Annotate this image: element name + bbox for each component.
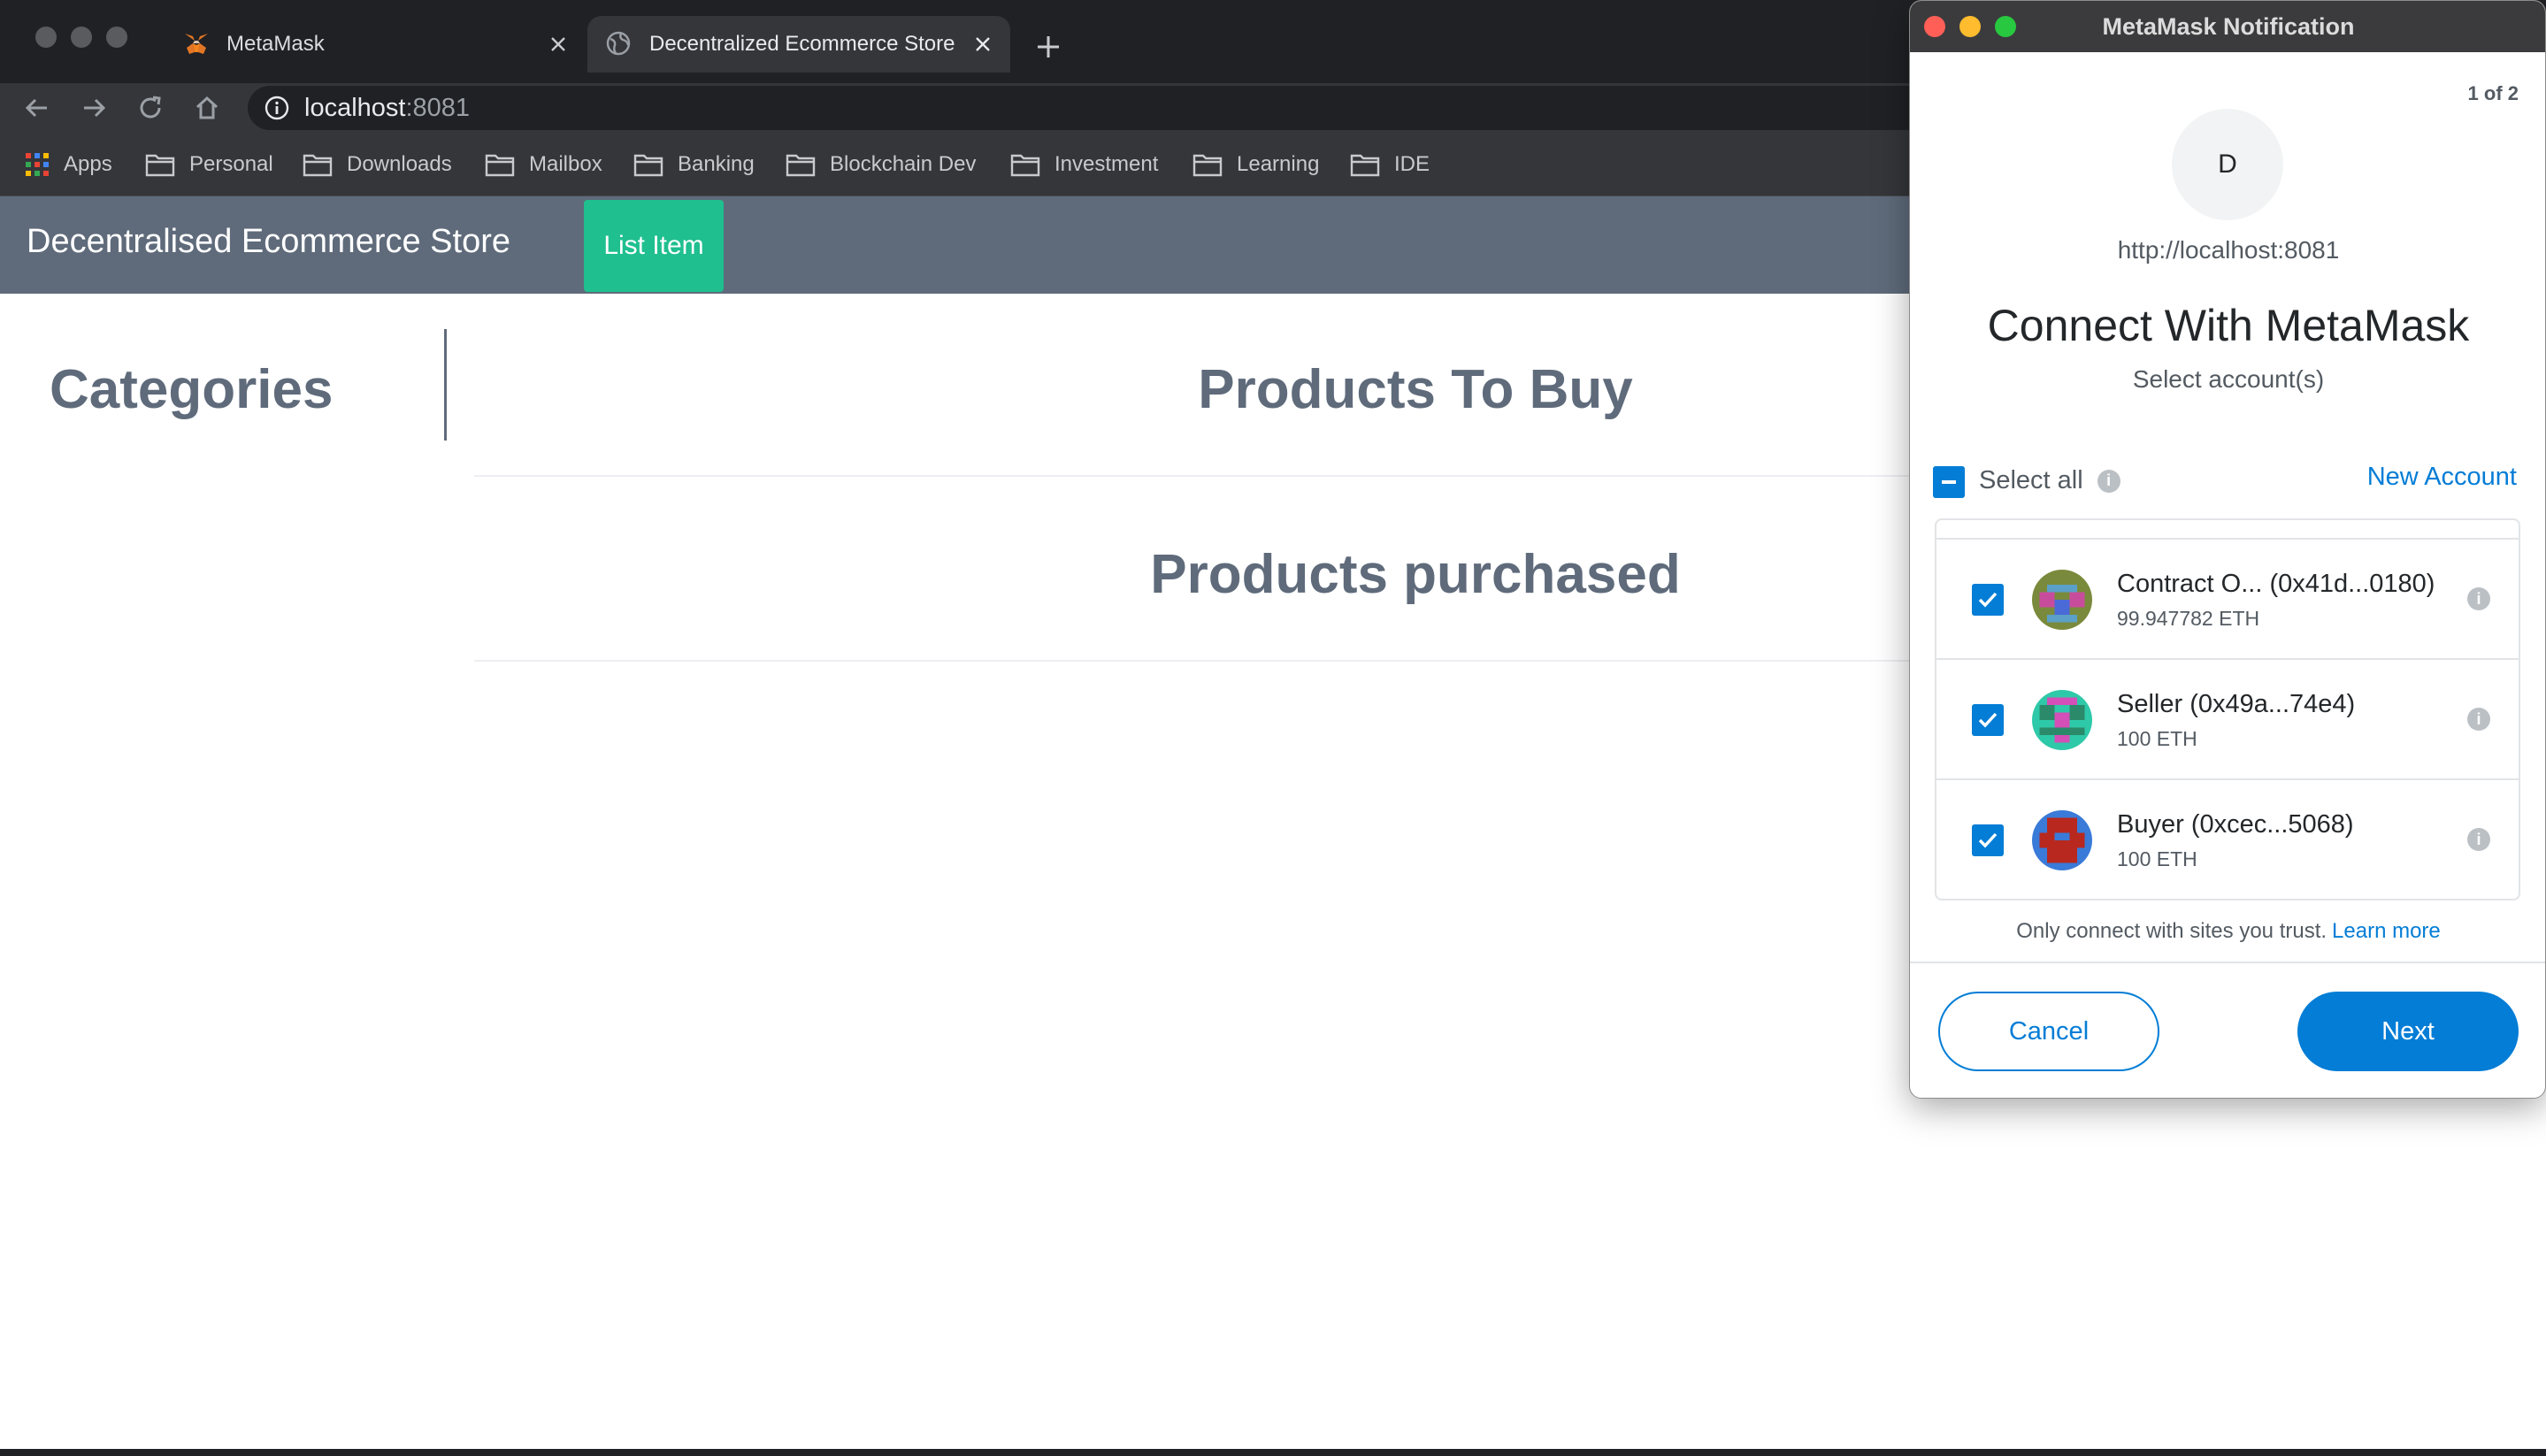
learn-more-link[interactable]: Learn more — [2332, 919, 2441, 943]
window-zoom-dot[interactable] — [106, 27, 127, 48]
tab-metamask[interactable]: MetaMask — [165, 16, 586, 73]
select-all-checkbox[interactable] — [1933, 466, 1965, 498]
url-text: localhost:8081 — [304, 93, 471, 122]
bookmark-apps[interactable]: Apps — [25, 149, 112, 180]
account-row[interactable]: Buyer (0xcec...5068) 100 ETH i — [1936, 778, 2519, 899]
folder-icon — [303, 154, 333, 177]
account-info-icon[interactable]: i — [2467, 587, 2490, 610]
account-checkbox[interactable] — [1972, 704, 2004, 736]
account-balance: 99.947782 ETH — [2117, 607, 2260, 630]
account-name: Buyer (0xcec...5068) — [2117, 810, 2354, 839]
folder-icon — [633, 154, 663, 177]
footer-divider — [1910, 962, 2545, 963]
checkmark-icon — [1978, 592, 1998, 608]
folder-icon — [485, 154, 515, 177]
account-list[interactable]: Contract O... (0x41d...0180) 99.947782 E… — [1935, 518, 2520, 900]
select-all-row: Select all i — [1933, 466, 2120, 498]
checkmark-icon — [1978, 712, 1998, 728]
new-account-link[interactable]: New Account — [2367, 463, 2517, 492]
page-indicator: 1 of 2 — [2467, 82, 2519, 104]
metamask-fox-icon — [182, 30, 211, 58]
sidebar-divider — [444, 329, 447, 441]
forward-arrow-icon[interactable] — [76, 90, 111, 126]
bookmark-banking[interactable]: Banking — [633, 149, 755, 180]
account-name: Seller (0x49a...74e4) — [2117, 690, 2356, 718]
bookmark-label: Apps — [64, 152, 112, 176]
bookmark-label: Investment — [1054, 152, 1159, 176]
window-bottom-edge — [0, 1449, 2546, 1456]
select-accounts-subheading: Select account(s) — [2132, 365, 2325, 393]
account-row[interactable]: Seller (0x49a...74e4) 100 ETH i — [1936, 658, 2519, 778]
account-identicon — [2032, 690, 2092, 750]
bookmark-ide[interactable]: IDE — [1350, 149, 1430, 180]
list-item-button[interactable]: List Item — [584, 200, 724, 292]
account-identicon — [2032, 570, 2092, 630]
site-initial: D — [2218, 149, 2237, 179]
account-info-icon[interactable]: i — [2467, 708, 2490, 731]
tab-title: Decentralized Ecommerce Store — [649, 32, 955, 56]
site-avatar: D — [2172, 109, 2283, 220]
trust-text: Only connect with sites you trust. — [2016, 919, 2327, 943]
section-divider — [474, 475, 1925, 477]
bookmark-label: Personal — [189, 152, 273, 176]
reload-icon[interactable] — [133, 90, 168, 126]
folder-icon — [786, 154, 816, 177]
folder-icon — [145, 154, 175, 177]
select-all-label: Select all — [1979, 466, 2083, 494]
metamask-window-title: MetaMask Notification — [2102, 13, 2355, 40]
account-identicon — [2032, 810, 2092, 870]
close-tab-icon[interactable] — [968, 29, 998, 59]
bookmark-label: Blockchain Dev — [830, 152, 977, 176]
bookmark-label: Banking — [678, 152, 755, 176]
account-checkbox[interactable] — [1972, 824, 2004, 856]
account-row[interactable]: Contract O... (0x41d...0180) 99.947782 E… — [1936, 538, 2519, 658]
products-to-buy-heading: Products To Buy — [1198, 359, 1633, 420]
store-brand[interactable]: Decentralised Ecommerce Store — [27, 223, 510, 261]
bookmark-label: IDE — [1394, 152, 1430, 176]
globe-icon — [605, 30, 633, 58]
account-balance: 100 ETH — [2117, 847, 2197, 870]
site-info-icon[interactable] — [264, 95, 290, 121]
bookmark-downloads[interactable]: Downloads — [303, 149, 452, 180]
metamask-notification-window: MetaMask Notification 1 of 2 D http://lo… — [1909, 0, 2546, 1099]
categories-heading: Categories — [50, 359, 334, 420]
account-info-icon[interactable]: i — [2467, 828, 2490, 851]
bookmark-investment[interactable]: Investment — [1010, 149, 1158, 180]
account-name: Contract O... (0x41d...0180) — [2117, 570, 2435, 598]
indeterminate-icon — [1942, 480, 1956, 484]
new-tab-plus-icon[interactable] — [1031, 30, 1065, 64]
close-tab-icon[interactable] — [543, 29, 573, 59]
tab-title: MetaMask — [226, 32, 325, 56]
bookmark-mailbox[interactable]: Mailbox — [485, 149, 602, 180]
home-icon[interactable] — [189, 90, 225, 126]
folder-icon — [1192, 154, 1223, 177]
window-minimize-dot[interactable] — [71, 27, 92, 48]
metamask-titlebar: MetaMask Notification — [1910, 1, 2545, 52]
account-checkbox[interactable] — [1972, 584, 2004, 616]
site-origin: http://localhost:8081 — [2117, 236, 2340, 264]
back-arrow-icon[interactable] — [19, 90, 55, 126]
folder-icon — [1350, 154, 1380, 177]
window-close-dot[interactable] — [35, 27, 57, 48]
section-divider — [474, 660, 1925, 662]
checkmark-icon — [1978, 832, 1998, 848]
account-balance: 100 ETH — [2117, 727, 2197, 750]
cancel-button[interactable]: Cancel — [1938, 992, 2159, 1071]
bookmark-personal[interactable]: Personal — [145, 149, 273, 180]
bookmark-label: Mailbox — [529, 152, 602, 176]
bookmark-label: Downloads — [347, 152, 452, 176]
bookmark-blockchain-dev[interactable]: Blockchain Dev — [786, 149, 976, 180]
products-purchased-heading: Products purchased — [1150, 544, 1681, 605]
apps-grid-icon — [26, 153, 49, 176]
folder-icon — [1010, 154, 1040, 177]
trust-notice: Only connect with sites you trust. Learn … — [1910, 919, 2545, 944]
info-icon[interactable]: i — [2097, 469, 2120, 493]
bookmark-learning[interactable]: Learning — [1192, 149, 1319, 180]
tab-decentralized-store[interactable]: Decentralized Ecommerce Store — [587, 16, 1010, 73]
connect-heading: Connect With MetaMask — [1987, 301, 2470, 350]
bookmark-label: Learning — [1237, 152, 1320, 176]
next-button[interactable]: Next — [2297, 992, 2519, 1071]
